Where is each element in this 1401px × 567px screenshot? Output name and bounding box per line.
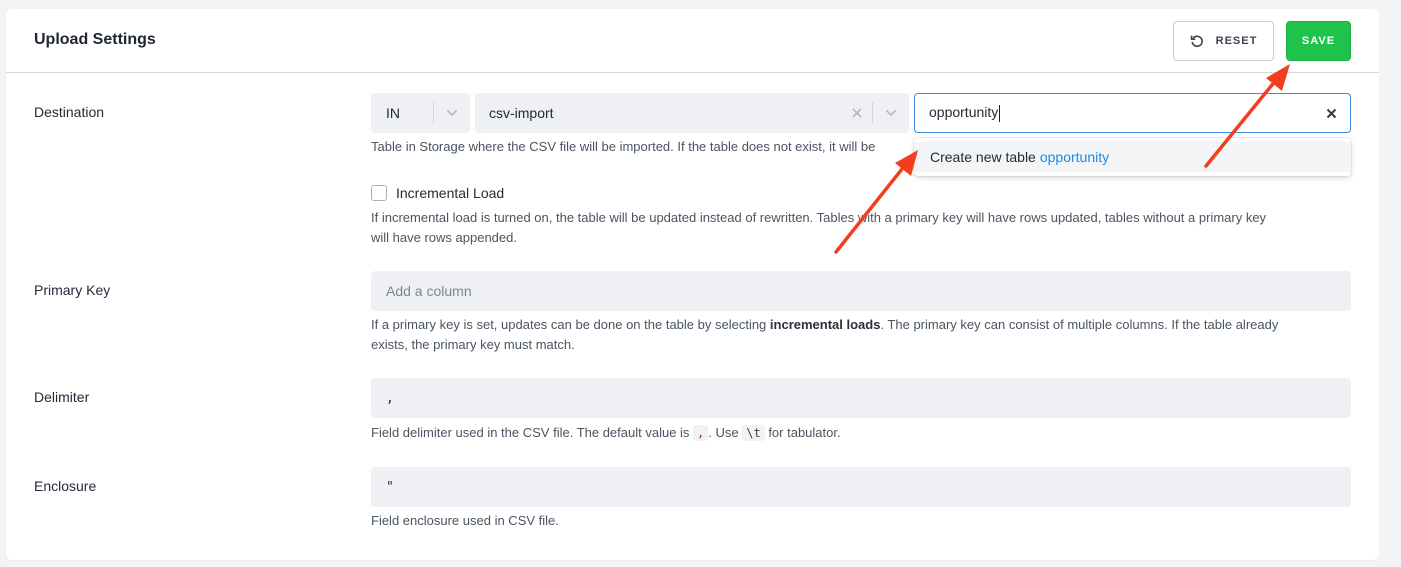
stage-value: IN	[386, 105, 400, 121]
enclosure-value: "	[386, 479, 394, 495]
table-name-input[interactable]: opportunity	[914, 93, 1351, 133]
bucket-select[interactable]: csv-import	[475, 93, 909, 133]
reset-label: RESET	[1215, 35, 1258, 47]
incremental-load-label[interactable]: Incremental Load	[396, 185, 504, 201]
bucket-value: csv-import	[489, 105, 554, 121]
chevron-down-icon[interactable]	[873, 109, 909, 117]
chevron-down-icon[interactable]	[434, 109, 470, 117]
primary-key-placeholder: Add a column	[386, 283, 472, 299]
default-delimiter-code: ,	[693, 425, 709, 441]
enclosure-label: Enclosure	[34, 478, 97, 494]
reset-button[interactable]: RESET	[1173, 21, 1274, 61]
tab-code: \t	[742, 425, 765, 441]
delimiter-help: Field delimiter used in the CSV file. Th…	[371, 425, 841, 441]
delimiter-value: ,	[386, 390, 394, 406]
incremental-help-line2: will have rows appended.	[371, 230, 517, 245]
delimiter-label: Delimiter	[34, 389, 90, 405]
clear-table-icon[interactable]	[1312, 108, 1350, 119]
table-dropdown-menu: Create new table opportunity	[914, 138, 1351, 176]
stage-select[interactable]: IN	[371, 93, 470, 133]
destination-help: Table in Storage where the CSV file will…	[371, 139, 876, 154]
destination-label: Destination	[34, 104, 105, 120]
table-name-value: opportunity	[929, 104, 1001, 122]
create-table-option[interactable]: Create new table opportunity	[914, 142, 1351, 172]
new-table-name: opportunity	[1039, 149, 1110, 165]
undo-icon	[1190, 34, 1204, 48]
incremental-load-checkbox[interactable]	[371, 185, 387, 201]
save-button[interactable]: SAVE	[1286, 21, 1351, 61]
primary-key-label: Primary Key	[34, 282, 111, 298]
enclosure-input[interactable]: "	[371, 467, 1351, 507]
primary-key-help-line2: exists, the primary key must match.	[371, 337, 575, 352]
incremental-help-line1: If incremental load is turned on, the ta…	[371, 210, 1267, 225]
delimiter-input[interactable]: ,	[371, 378, 1351, 418]
primary-key-input[interactable]: Add a column	[371, 271, 1351, 311]
enclosure-help: Field enclosure used in CSV file.	[371, 513, 559, 528]
primary-key-help-line1: If a primary key is set, updates can be …	[371, 317, 1279, 332]
save-label: SAVE	[1301, 35, 1336, 47]
card-header: Upload Settings RESET SAVE	[6, 9, 1379, 73]
clear-bucket-icon[interactable]	[842, 108, 872, 118]
page-title: Upload Settings	[34, 31, 156, 48]
